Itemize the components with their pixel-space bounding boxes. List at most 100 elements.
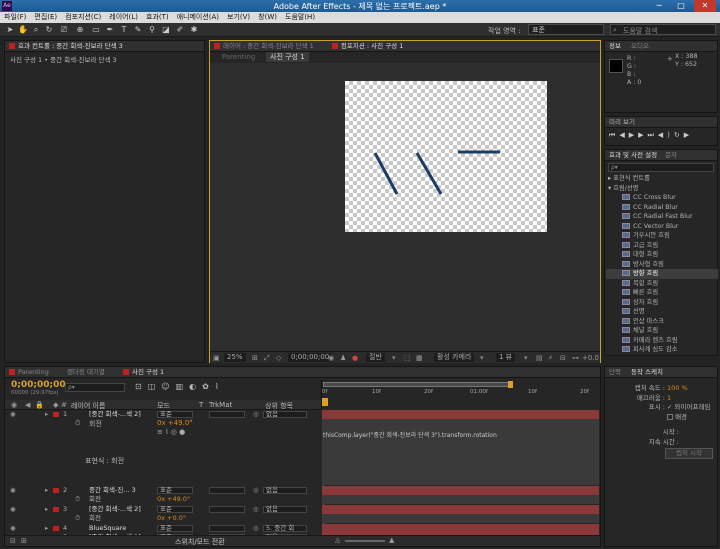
help-search-field[interactable]: ⌕ 도움말 검색 [610,24,716,35]
tab-timeline-comp[interactable]: 사진 구성 1 [132,368,164,376]
transparency-grid-icon[interactable]: ▦ [416,354,423,362]
minimize-button[interactable]: ─ [648,0,670,12]
blue-line-1[interactable] [373,152,399,195]
background-checkbox[interactable] [667,413,673,420]
eraser-tool-icon[interactable]: ◪ [160,24,172,36]
menu-edit[interactable]: 편집(E) [30,12,61,23]
exposure-value[interactable]: +0.0 [582,354,599,362]
selection-tool-icon[interactable]: ➤ [4,24,16,36]
viewer-timecode[interactable]: 0;00;00;00 [288,353,333,362]
zoom-in-icon[interactable]: ▲ [389,536,394,544]
effects-tree-item[interactable]: 선명 [606,307,718,317]
parent-pickwhip-icon[interactable]: ◎ [253,505,259,514]
composition-frame[interactable] [345,81,547,232]
rotate-tool-icon[interactable]: ↻ [43,24,55,36]
stopwatch-icon[interactable]: ⏱ [75,514,80,523]
stopwatch-icon[interactable]: ⏱ [75,495,80,504]
roto-brush-tool-icon[interactable]: ✐ [174,24,186,36]
menu-help[interactable]: 도움말(H) [281,12,319,23]
expression-enable-icon[interactable]: ≡ ⌇ ◎ ● [157,428,185,436]
audio-icon[interactable]: ◀) [658,131,674,139]
tab-effects-presets[interactable]: 효과 및 사전 설정 [609,151,657,159]
hand-tool-icon[interactable]: ✋ [17,24,29,36]
expand-triangle-icon[interactable]: ▸ [45,505,48,514]
trkmat-dropdown[interactable] [209,487,245,494]
composition-canvas-area[interactable] [210,63,600,351]
workspace-dropdown[interactable]: 표준 [528,24,604,35]
camera-tool-icon[interactable]: ⎚ [58,24,70,36]
lock-col-icon[interactable]: 🔒 [35,401,44,409]
stopwatch-icon[interactable]: ⏱ [75,419,80,428]
time-ruler[interactable]: 0f 10f 20f 01:00f 10f 20f [321,380,599,410]
parent-pickwhip-icon[interactable]: ◎ [253,524,259,533]
menu-file[interactable]: 파일(F) [0,12,30,23]
tab-parenting[interactable]: Parenting [18,368,49,376]
first-frame-icon[interactable]: ⏮ [609,131,619,139]
layer-duration-bar[interactable] [322,410,599,419]
parent-dropdown[interactable]: 없음 [263,487,307,494]
flow-current[interactable]: 사진 구성 1 [266,52,309,62]
trkmat-dropdown[interactable] [209,506,245,513]
always-preview-icon[interactable]: ▣ [213,354,220,362]
tab-info[interactable]: 정보 [609,42,621,50]
show-snapshot-icon[interactable]: ♟ [340,354,346,362]
visibility-eye-icon[interactable]: ◉ [10,410,16,419]
flowchart-icon[interactable]: ⊶ [572,354,579,362]
property-value[interactable]: 0x +49.0° [157,419,193,427]
layer-mode-dropdown[interactable]: 표준 [157,411,193,418]
layer-duration-bar[interactable] [322,486,599,495]
effects-tree-item[interactable]: 복합 흐림 [606,279,718,289]
effect-controls-tab[interactable]: 효과 컨트롤 : 중간 회색-진보라 단색 3 [5,41,204,52]
effects-tree-item[interactable]: 채널 흐림 [606,326,718,336]
table-row[interactable]: ◉ ▸ 2 중간 회색-진... 3 표준 ◎ 없음 [5,486,599,495]
magnification-dropdown[interactable]: 25% [224,353,246,362]
channel-icon[interactable]: ● [352,354,358,362]
effects-tree-item[interactable]: 카메라 렌즈 흐림 [606,336,718,346]
comp-mini-flowchart-icon[interactable]: ⊡ [135,382,148,391]
effects-tree-item[interactable]: 빠른 흐림 [606,288,718,298]
timeline-timecode[interactable]: 0;00;00;00 [11,380,66,390]
label-color-icon[interactable] [53,507,59,512]
label-color-icon[interactable] [53,526,59,531]
effects-tree-item[interactable]: 가우시안 흐림 [606,231,718,241]
text-tool-icon[interactable]: T [118,24,130,36]
expand-triangle-icon[interactable]: ▸ [45,486,48,495]
visibility-eye-icon[interactable]: ◉ [10,505,16,514]
effects-tree-item[interactable]: CC Radial Blur [606,203,718,213]
menu-layer[interactable]: 레이어(L) [105,12,142,23]
fit-icon[interactable]: ⤢ [264,354,270,363]
layer-mode-dropdown[interactable]: 표준 [157,506,193,513]
trkmat-header[interactable]: TrkMat [209,401,232,409]
toggle-switches-modes[interactable]: 스위치/모드 전환 [175,537,225,547]
frame-blending-icon[interactable]: ▥ [176,382,190,391]
rectangle-tool-icon[interactable]: ▭ [90,24,102,36]
work-area-end-handle[interactable] [508,381,513,388]
table-row[interactable]: ◉ ▸ 1 [중간 회색-...색 2] 표준 ◎ 없음 [5,410,599,419]
zoom-tool-icon[interactable]: ⌕ [30,24,42,36]
maximize-button[interactable]: □ [670,0,692,12]
layer-duration-bar[interactable] [322,524,599,533]
clone-stamp-tool-icon[interactable]: ⚲ [146,24,158,36]
blue-line-2[interactable] [415,152,443,195]
zoom-slider[interactable] [345,540,385,542]
effects-tree-item[interactable]: ▸ 표현식 컨트롤 [606,174,718,184]
pan-behind-tool-icon[interactable]: ⊕ [74,24,86,36]
capture-speed-value[interactable]: 100 % [667,384,710,394]
effects-tree-item[interactable]: 언샵 마스크 [606,317,718,327]
label-color-icon[interactable] [53,488,59,493]
effects-tree-item[interactable]: 대형 흐림 [606,250,718,260]
parent-dropdown[interactable]: 5. 중간 회 [263,525,307,532]
effects-tree-item[interactable]: ▾ 흐림/선명 [606,184,718,194]
puppet-tool-icon[interactable]: ✱ [188,24,200,36]
menu-animation[interactable]: 애니메이션(A) [173,12,223,23]
layer-mode-dropdown[interactable]: 표준 [157,487,193,494]
fast-previews-icon[interactable]: ⚡ [548,354,553,362]
play-icon[interactable]: ▶ [629,131,638,139]
table-row[interactable]: ◉ ▸ 4 BlueSquare 표준 ◎ 5. 중간 회 [5,524,599,533]
flow-parent[interactable]: Parenting [222,53,255,61]
shy-icon[interactable]: ☺ [161,382,175,391]
menu-effect[interactable]: 효과(T) [142,12,173,23]
property-value[interactable]: 0x +49.0° [157,495,190,504]
audio-col-icon[interactable]: ◀ [25,401,30,409]
tab-paragraph[interactable]: 단락 [609,368,621,376]
